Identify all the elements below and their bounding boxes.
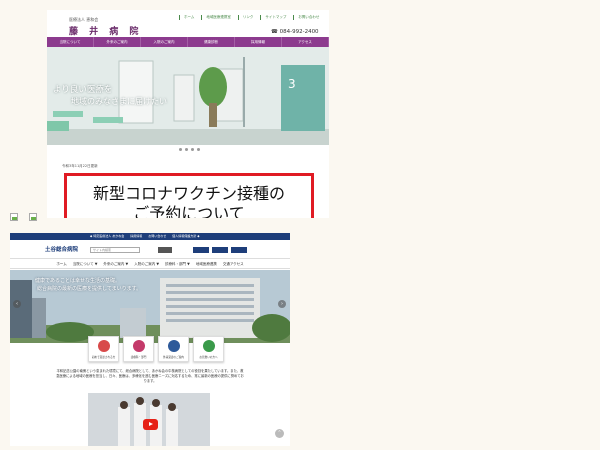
quick-link-outpatient[interactable]: 外来受診のご案内 [158,336,189,362]
topbar-link-org[interactable]: ◆ 特定医療法人 あかね会 [90,234,124,238]
top-link-regional[interactable]: 地域医療連携室 [201,15,235,20]
slider-prev-button[interactable]: ‹ [13,300,21,308]
search-button[interactable] [158,247,172,253]
outpatient-icon [168,340,180,352]
quick-link-label: 初めて受診される方 [91,356,116,359]
top-bar: ◆ 特定医療法人 あかね会 採用情報 お問い合わせ 個人情報保護方針 ◆ [10,233,290,240]
hero-caption-1: 健康であることは幸せな生活の基礎。 [35,278,120,284]
header-buttons [193,247,247,253]
hero-image: 健康であることは幸せな生活の基礎。 総合病院の最新の医療を提供してまいります。 … [10,270,290,343]
header-button[interactable] [193,247,209,253]
slider-dot[interactable] [197,148,200,151]
topbar-link-recruit[interactable]: 採用情報 [130,234,142,238]
hero-image: より良い医療を 地域のみなさまに届けたい 3 [47,47,329,145]
phone-number: ☎ 084-992-2400 [271,29,319,35]
top-links: ホーム 地域医療連携室 リンク サイトマップ お問い合わせ [179,15,323,20]
nav-item-departments[interactable]: 診療科・部門 ▼ [165,259,190,268]
nav-item-inpatient[interactable]: 入院のご案内 ▼ [134,259,159,268]
scroll-to-top-button[interactable]: ⌃ [275,429,284,438]
nav-item-inpatient[interactable]: 入院のご案内 [141,37,188,47]
nav-item-regional[interactable]: 地域医療連携 [196,259,217,268]
main-nav: ホーム 当院について ▼ 外来のご案内 ▼ 入院のご案内 ▼ 診療科・部門 ▼ … [10,258,290,269]
nav-item-outpatient[interactable]: 外来のご案内 [94,37,141,47]
broken-image-icon [10,213,18,221]
nav-item-access[interactable]: アクセス [282,37,329,47]
vaccine-banner[interactable]: 新型コロナワクチン接種の ご予約について [64,173,314,218]
quick-link-label: お見舞いの方へ [199,356,218,359]
top-bar-links: ◆ 特定医療法人 あかね会 採用情報 お問い合わせ 個人情報保護方針 ◆ [90,234,200,238]
quick-link-visitors[interactable]: お見舞いの方へ [193,336,224,362]
nav-item-access[interactable]: 交通アクセス [223,259,244,268]
nav-item-outpatient[interactable]: 外来のご案内 ▼ [103,259,128,268]
nav-item-about[interactable]: 当院について ▼ [73,259,98,268]
header-button[interactable] [231,247,247,253]
slider-dot[interactable] [185,148,188,151]
topbar-link-contact[interactable]: お問い合わせ [148,234,166,238]
visitors-icon [203,340,215,352]
main-nav: 当院について 外来のご案内 入院のご案内 健康診断 採用情報 アクセス [47,37,329,47]
topbar-link-privacy[interactable]: 個人情報保護方針 ◆ [172,234,199,238]
quick-link-first-visit[interactable]: 初めて受診される方 [88,336,119,362]
slider-dot[interactable] [191,148,194,151]
search-input[interactable]: サイト内検索 [90,247,140,253]
hospital-logo[interactable]: 土谷総合病院 [45,245,78,253]
hero-caption-2: 地域のみなさまに届けたい [71,97,167,106]
quick-links: 初めて受診される方 診療科・部門 外来受診のご案内 お見舞いの方へ [88,336,224,362]
first-visit-icon [98,340,110,352]
top-link-sitemap[interactable]: サイトマップ [260,15,290,20]
tsuchiya-hospital-screenshot: ◆ 特定医療法人 あかね会 採用情報 お問い合わせ 個人情報保護方針 ◆ 土谷総… [10,233,290,446]
slider-dots [179,148,200,151]
nav-item-home[interactable]: ホーム [56,259,66,268]
top-link-home[interactable]: ホーム [179,15,198,20]
departments-icon [133,340,145,352]
quick-link-departments[interactable]: 診療科・部門 [123,336,154,362]
fujii-hospital-screenshot: 医療法人 恵和会 藤 井 病 院 ホーム 地域医療連携室 リンク サイトマップ … [47,10,329,218]
hospital-subtitle: 医療法人 恵和会 [69,17,99,22]
top-link-links[interactable]: リンク [237,15,258,20]
banner-line-2: ご予約について [133,204,245,218]
notice-date: 令和3年11月22日更新 [62,164,98,168]
quick-link-label: 診療科・部門 [130,356,147,359]
hospital-title[interactable]: 藤 井 病 院 [69,24,142,37]
slider-next-button[interactable]: › [278,300,286,308]
header-button[interactable] [212,247,228,253]
nav-item-recruit[interactable]: 採用情報 [235,37,282,47]
nav-item-about[interactable]: 当院について [47,37,94,47]
intro-text: 平和記念公園の南側という恵まれた環境にて、総合病院として、あかね会の中核病院とし… [56,369,244,383]
broken-image-icon [29,213,37,221]
hero-caption-1: より良い医療を [53,85,113,95]
video-embed[interactable] [88,393,210,446]
slider-dot[interactable] [179,148,182,151]
nav-item-checkup[interactable]: 健康診断 [188,37,235,47]
top-link-contact[interactable]: お問い合わせ [293,15,323,20]
quick-link-label: 外来受診のご案内 [163,356,184,359]
room-number: 3 [288,77,296,91]
site-header: 医療法人 恵和会 藤 井 病 院 ホーム 地域医療連携室 リンク サイトマップ … [47,10,329,37]
hero-caption-2: 総合病院の最新の医療を提供してまいります。 [37,286,142,292]
play-icon[interactable] [143,419,158,430]
